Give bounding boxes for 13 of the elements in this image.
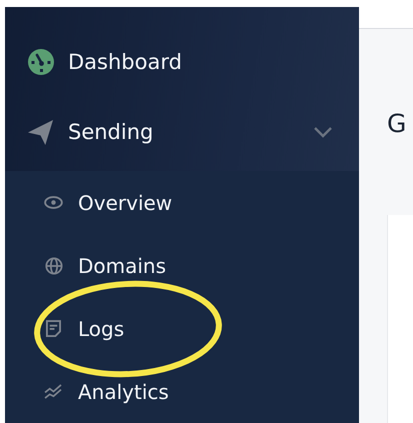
chart-line-icon [44,384,63,399]
sidebar-item[interactable]: Dashboard [5,27,359,97]
page-heading: G [387,109,408,139]
sidebar-subitem[interactable]: Analytics [5,380,169,404]
document-icon [46,320,61,337]
gauge-icon [28,49,54,75]
sidebar-subitem[interactable]: Logs [5,316,124,340]
sidebar-item[interactable]: Sending [5,97,359,167]
paper-plane-icon [27,118,54,146]
sidebar-subitem[interactable]: Overview [5,190,172,214]
sidebar-subitem[interactable]: Domains [5,254,166,278]
eye-icon [44,196,63,209]
globe-icon [44,256,62,274]
